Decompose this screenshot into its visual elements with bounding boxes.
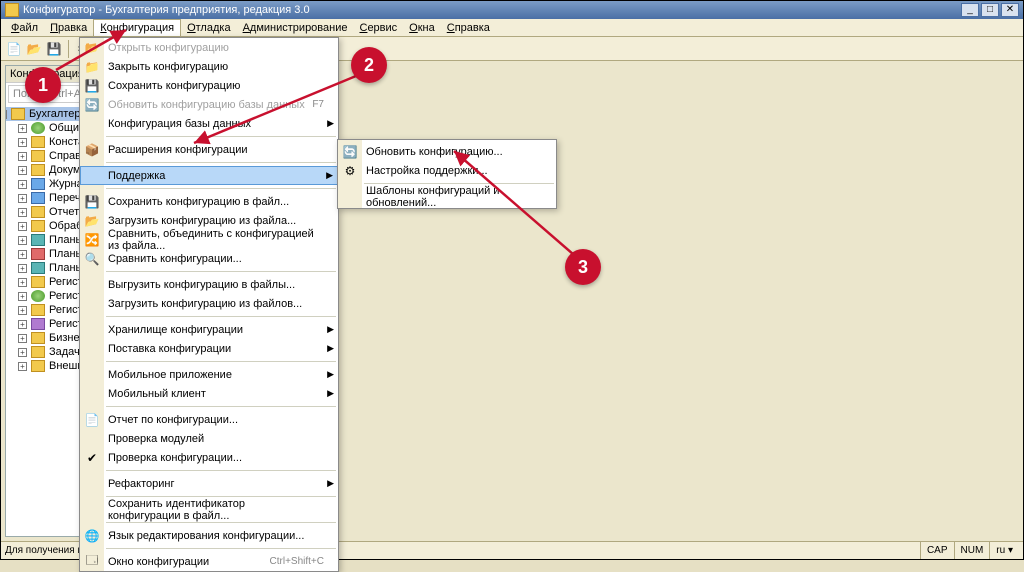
menu-item[interactable]: Выгрузить конфигурацию в файлы... <box>80 275 338 294</box>
menu-item[interactable]: 📄Отчет по конфигурации... <box>80 410 338 429</box>
menu-окна[interactable]: Окна <box>403 19 441 36</box>
menu-item[interactable]: Загрузить конфигурацию из файлов... <box>80 294 338 313</box>
menu-item[interactable]: 💾Сохранить конфигурацию в файл... <box>80 192 338 211</box>
menu-item[interactable]: 📁Закрыть конфигурацию <box>80 57 338 76</box>
menu-администрирование[interactable]: Администрирование <box>237 19 354 36</box>
app-icon <box>5 3 19 17</box>
window-titlebar: Конфигуратор - Бухгалтерия предприятия, … <box>1 1 1023 19</box>
annotation-3: 3 <box>565 249 601 285</box>
menu-конфигурация[interactable]: Конфигурация <box>93 19 181 36</box>
menu-item[interactable]: 🗔Окно конфигурацииCtrl+Shift+C <box>80 552 338 571</box>
status-num: NUM <box>954 542 990 559</box>
submenu-item[interactable]: ⚙Настройка поддержки... <box>338 161 556 180</box>
close-button[interactable]: ✕ <box>1001 3 1019 17</box>
support-submenu: 🔄Обновить конфигурацию...⚙Настройка подд… <box>337 139 557 209</box>
menubar: ФайлПравкаКонфигурацияОтладкаАдминистрир… <box>1 19 1023 37</box>
menu-правка[interactable]: Правка <box>44 19 93 36</box>
menu-item[interactable]: Конфигурация базы данных▶ <box>80 114 338 133</box>
menu-item[interactable]: Поддержка▶ <box>80 166 338 185</box>
menu-item[interactable]: Мобильный клиент▶ <box>80 384 338 403</box>
status-cap: CAP <box>920 542 954 559</box>
configuration-menu-dropdown: 📂Открыть конфигурацию📁Закрыть конфигурац… <box>79 37 339 572</box>
menu-item[interactable]: Сохранить идентификатор конфигурации в ф… <box>80 500 338 519</box>
menu-item[interactable]: 🌐Язык редактирования конфигурации... <box>80 526 338 545</box>
menu-item[interactable]: 📦Расширения конфигурации <box>80 140 338 159</box>
menu-item[interactable]: Мобильное приложение▶ <box>80 365 338 384</box>
menu-item: 📂Открыть конфигурацию <box>80 38 338 57</box>
menu-сервис[interactable]: Сервис <box>353 19 403 36</box>
maximize-button[interactable]: □ <box>981 3 999 17</box>
menu-item: 🔄Обновить конфигурацию базы данныхF7 <box>80 95 338 114</box>
menu-файл[interactable]: Файл <box>5 19 44 36</box>
minimize-button[interactable]: _ <box>961 3 979 17</box>
menu-item[interactable]: 🔀Сравнить, объединить с конфигурацией из… <box>80 230 338 249</box>
annotation-2: 2 <box>351 47 387 83</box>
status-lang[interactable]: ru ▾ <box>989 542 1019 559</box>
menu-item[interactable]: Проверка модулей <box>80 429 338 448</box>
submenu-item[interactable]: 🔄Обновить конфигурацию... <box>338 142 556 161</box>
menu-отладка[interactable]: Отладка <box>181 19 237 36</box>
menu-item[interactable]: 🔍Сравнить конфигурации... <box>80 249 338 268</box>
menu-item[interactable]: Поставка конфигурации▶ <box>80 339 338 358</box>
submenu-item[interactable]: Шаблоны конфигураций и обновлений... <box>338 187 556 206</box>
window-title: Конфигуратор - Бухгалтерия предприятия, … <box>23 4 310 16</box>
menu-item[interactable]: Хранилище конфигурации▶ <box>80 320 338 339</box>
toolbar-new-icon[interactable]: 📄 <box>5 40 23 58</box>
menu-item[interactable]: Рефакторинг▶ <box>80 474 338 493</box>
menu-справка[interactable]: Справка <box>441 19 496 36</box>
toolbar-save-icon[interactable]: 💾 <box>45 40 63 58</box>
menu-item[interactable]: ✔Проверка конфигурации... <box>80 448 338 467</box>
toolbar-open-icon[interactable]: 📂 <box>25 40 43 58</box>
menu-item[interactable]: 💾Сохранить конфигурацию <box>80 76 338 95</box>
annotation-1: 1 <box>25 67 61 103</box>
